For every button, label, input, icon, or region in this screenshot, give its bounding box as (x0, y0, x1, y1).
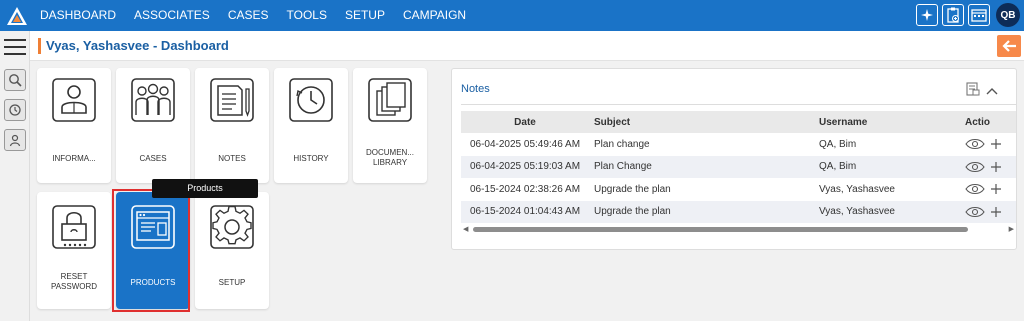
clipboard-add-icon[interactable] (942, 4, 964, 26)
group-people-icon (131, 78, 175, 122)
view-eye-icon[interactable] (965, 206, 985, 218)
table-row: 06-04-2025 05:49:46 AM Plan change QA, B… (461, 133, 1016, 156)
page-header: Vyas, Yashasvee - Dashboard (30, 31, 1024, 61)
app-logo-icon[interactable] (0, 0, 34, 31)
tile-cases[interactable]: CASES (116, 68, 190, 183)
row-username: Vyas, Yashasvee (815, 178, 963, 201)
sparkle-icon[interactable] (916, 4, 938, 26)
tile-document-library-label-1: DOCUMEN... (366, 148, 414, 157)
history-icon[interactable] (4, 99, 26, 121)
row-subject: Plan change (589, 133, 815, 156)
view-eye-icon[interactable] (965, 161, 985, 173)
tile-reset-password[interactable]: RESET PASSWORD (37, 192, 111, 309)
product-window-icon (131, 205, 175, 249)
row-date: 06-15-2024 01:04:43 AM (461, 200, 589, 224)
row-username: Vyas, Yashasvee (815, 200, 963, 224)
search-icon[interactable] (4, 69, 26, 91)
row-username: QA, Bim (815, 155, 963, 179)
horizontal-scrollbar[interactable]: ◀ ▶ (461, 224, 1016, 234)
notes-divider (461, 104, 1016, 105)
notes-document-icon (210, 78, 254, 122)
add-plus-icon[interactable] (991, 184, 1001, 195)
nav-setup[interactable]: SETUP (345, 0, 385, 31)
tile-setup-label: SETUP (218, 278, 246, 287)
tile-cases-label: CASES (139, 154, 167, 163)
products-tooltip: Products (152, 179, 258, 198)
tile-reset-password-label-1: RESET (60, 272, 88, 281)
tile-document-library[interactable]: DOCUMEN... LIBRARY (353, 68, 427, 183)
row-date: 06-15-2024 02:38:26 AM (461, 178, 589, 201)
row-subject: Upgrade the plan (589, 178, 815, 201)
col-action: Actio (963, 111, 1016, 133)
header-accent-bar (38, 38, 41, 54)
tile-history-label: HISTORY (293, 154, 329, 163)
tile-notes-label: NOTES (218, 154, 246, 163)
add-plus-icon[interactable] (991, 161, 1001, 172)
table-row: 06-15-2024 01:04:43 AM Upgrade the plan … (461, 200, 1016, 224)
back-arrow-icon[interactable] (997, 35, 1021, 57)
tile-notes[interactable]: NOTES (195, 68, 269, 183)
calendar-icon[interactable] (968, 4, 990, 26)
tile-products[interactable]: PRODUCTS (116, 192, 190, 309)
notes-title: Notes (461, 83, 490, 95)
gear-icon (210, 205, 254, 249)
col-subject[interactable]: Subject (589, 111, 815, 133)
user-avatar[interactable]: QB (996, 3, 1020, 27)
export-notes-icon[interactable] (966, 82, 980, 101)
row-subject: Plan Change (589, 155, 815, 179)
contacts-icon[interactable] (4, 129, 26, 151)
table-row: 06-04-2025 05:19:03 AM Plan Change QA, B… (461, 155, 1016, 179)
clock-history-icon (289, 78, 333, 122)
lock-password-icon (52, 205, 96, 249)
nav-tools[interactable]: TOOLS (287, 0, 327, 31)
add-plus-icon[interactable] (991, 206, 1001, 217)
hamburger-menu-icon[interactable] (4, 39, 26, 60)
nav-dashboard[interactable]: DASHBOARD (40, 0, 116, 31)
left-rail (0, 31, 30, 321)
chevron-up-icon[interactable] (986, 83, 998, 101)
tile-information[interactable]: INFORMA... (37, 68, 111, 183)
col-username[interactable]: Username (815, 111, 963, 133)
page-title: Vyas, Yashasvee - Dashboard (46, 38, 229, 53)
scrollbar-thumb[interactable] (473, 227, 968, 232)
notes-table: Date Subject Username Actio 06-04-2025 0… (461, 111, 1016, 224)
tile-products-label: PRODUCTS (130, 278, 176, 287)
row-date: 06-04-2025 05:19:03 AM (461, 155, 589, 179)
tile-reset-password-label-2: PASSWORD (50, 282, 98, 291)
view-eye-icon[interactable] (965, 138, 985, 150)
nav-cases[interactable]: CASES (228, 0, 269, 31)
person-id-icon (52, 78, 96, 122)
notes-toolbar (966, 82, 998, 101)
tile-information-label: INFORMA... (52, 154, 96, 163)
row-subject: Upgrade the plan (589, 200, 815, 224)
col-date[interactable]: Date (461, 111, 589, 133)
tile-setup[interactable]: SETUP (195, 192, 269, 309)
scroll-right-arrow-icon[interactable]: ▶ (1009, 225, 1014, 233)
add-plus-icon[interactable] (991, 139, 1001, 149)
documents-icon (368, 78, 412, 122)
nav-associates[interactable]: ASSOCIATES (134, 0, 210, 31)
top-nav-bar: DASHBOARD ASSOCIATES CASES TOOLS SETUP C… (0, 0, 1024, 31)
table-row: 06-15-2024 02:38:26 AM Upgrade the plan … (461, 178, 1016, 201)
notes-table-header: Date Subject Username Actio (461, 111, 1016, 133)
tile-document-library-label-2: LIBRARY (372, 158, 408, 167)
tile-history[interactable]: HISTORY (274, 68, 348, 183)
row-username: QA, Bim (815, 133, 963, 156)
view-eye-icon[interactable] (965, 183, 985, 195)
nav-campaign[interactable]: CAMPAIGN (403, 0, 466, 31)
row-date: 06-04-2025 05:49:46 AM (461, 133, 589, 156)
notes-panel: Notes Date Subject Username Actio 06-04-… (451, 68, 1017, 250)
top-right-actions: QB (916, 3, 1020, 27)
scroll-left-arrow-icon[interactable]: ◀ (463, 225, 468, 233)
